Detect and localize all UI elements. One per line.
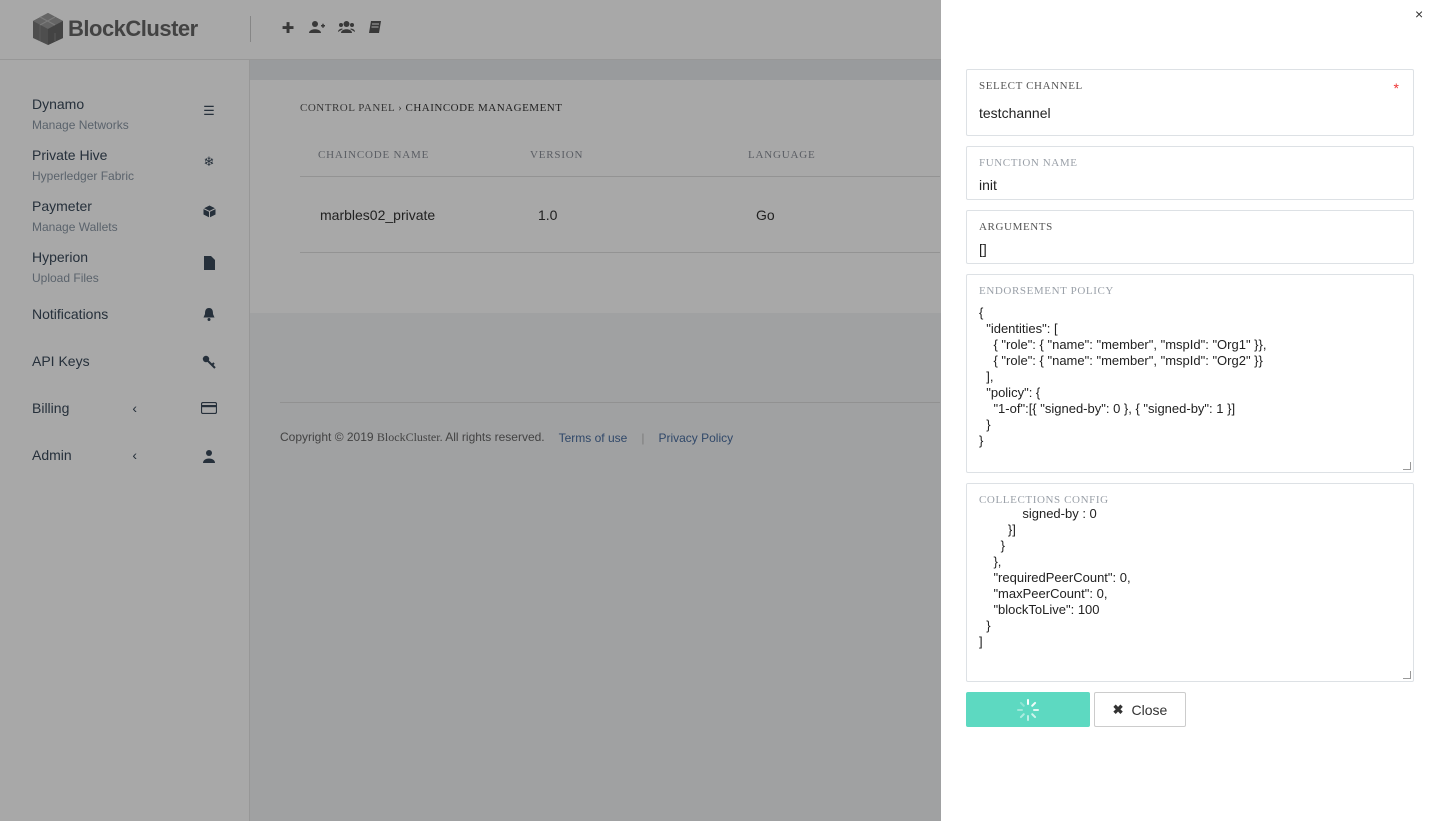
collections-config-textarea[interactable]: signed-by : 0 }] } }, "requiredPeerCount…	[979, 506, 1131, 650]
spinner-icon	[1017, 699, 1039, 721]
close-button[interactable]: ✖ Close	[1094, 692, 1186, 727]
close-x-icon: ✖	[1112, 701, 1124, 717]
endorsement-policy-label: ENDORSEMENT POLICY	[979, 285, 1114, 297]
resize-handle[interactable]	[1403, 671, 1411, 679]
endorsement-policy-field[interactable]: ENDORSEMENT POLICY { "identities": [ { "…	[966, 274, 1414, 473]
collections-config-field[interactable]: signed-by : 0 }] } }, "requiredPeerCount…	[966, 483, 1414, 682]
function-name-input[interactable]: init	[979, 177, 997, 193]
submit-button-loading[interactable]	[966, 692, 1090, 727]
select-channel-value: testchannel	[979, 105, 1051, 121]
collections-config-label: COLLECTIONS CONFIG	[979, 494, 1109, 506]
select-channel-label: SELECT CHANNEL	[979, 80, 1083, 92]
arguments-field[interactable]: ARGUMENTS []	[966, 210, 1414, 264]
close-icon[interactable]: ×	[1415, 6, 1423, 22]
select-channel-field[interactable]: SELECT CHANNEL * testchannel	[966, 69, 1414, 136]
close-button-label: Close	[1131, 701, 1168, 718]
arguments-label: ARGUMENTS	[979, 221, 1053, 233]
endorsement-policy-textarea[interactable]: { "identities": [ { "role": { "name": "m…	[979, 305, 1266, 449]
resize-handle[interactable]	[1403, 462, 1411, 470]
modal-backdrop[interactable]	[0, 0, 941, 821]
required-indicator: *	[1393, 80, 1399, 96]
function-name-field[interactable]: FUNCTION NAME init	[966, 146, 1414, 200]
function-name-label: FUNCTION NAME	[979, 157, 1078, 169]
arguments-input[interactable]: []	[979, 241, 987, 257]
